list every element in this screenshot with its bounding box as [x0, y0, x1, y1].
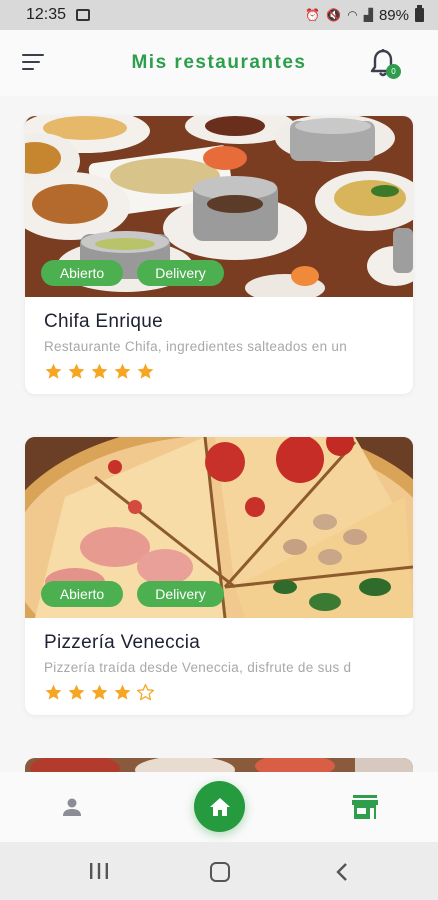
- store-icon: [352, 795, 378, 819]
- home-icon: [209, 797, 230, 816]
- status-badge: Abierto: [41, 260, 123, 286]
- back-button[interactable]: [334, 862, 350, 882]
- nav-home[interactable]: [194, 781, 245, 832]
- star-filled-icon: [137, 363, 154, 379]
- status-time: 12:35: [26, 6, 67, 23]
- restaurant-photo: Abierto Delivery: [25, 437, 413, 618]
- nav-store[interactable]: [351, 794, 379, 820]
- recent-apps-icon: [90, 863, 108, 879]
- status-bar: 12:35 ⏰ 🔇 ◠ ▟ 89%: [0, 0, 438, 30]
- page-title: Mis restaurantes: [131, 52, 307, 73]
- star-filled-icon: [91, 684, 108, 700]
- restaurant-description: Restaurante Chifa, ingredientes salteado…: [44, 339, 348, 354]
- star-filled-icon: [68, 684, 85, 700]
- signal-icon: ▟: [363, 8, 373, 22]
- wifi-icon: ◠: [347, 8, 358, 22]
- rating-stars: [44, 362, 413, 381]
- status-badge: Abierto: [41, 581, 123, 607]
- status-icons: ⏰ 🔇 ◠ ▟ 89%: [305, 5, 424, 24]
- bottom-navigation: [0, 772, 438, 842]
- battery-icon: [415, 5, 424, 22]
- delivery-badge: Delivery: [137, 581, 224, 607]
- restaurant-card[interactable]: Abierto Delivery Chifa Enrique Restauran…: [25, 116, 413, 394]
- star-filled-icon: [45, 363, 62, 379]
- restaurant-name: Pizzería Veneccia: [44, 632, 201, 653]
- battery-percent: 89%: [378, 6, 409, 24]
- image-notification-icon: [76, 9, 91, 21]
- star-filled-icon: [91, 363, 108, 379]
- restaurant-card[interactable]: Abierto Delivery Pizzería Veneccia Pizze…: [25, 437, 413, 715]
- recent-apps-button[interactable]: [88, 862, 110, 880]
- star-outline-icon: [136, 683, 155, 701]
- star-filled-icon: [114, 363, 131, 379]
- restaurant-description: Pizzería traída desde Veneccia, disfrute…: [44, 660, 352, 675]
- system-navigation-bar: [0, 842, 438, 900]
- notifications-button[interactable]: 0: [369, 48, 403, 82]
- back-icon: [336, 863, 347, 881]
- star-filled-icon: [45, 684, 62, 700]
- restaurant-photo: Abierto Delivery: [25, 116, 413, 297]
- profile-icon: [63, 798, 81, 816]
- rating-stars: [44, 683, 413, 702]
- restaurant-name: Chifa Enrique: [44, 311, 164, 332]
- system-home-button[interactable]: [210, 862, 230, 882]
- notification-badge: 0: [386, 64, 401, 79]
- nav-profile[interactable]: [61, 796, 83, 818]
- delivery-badge: Delivery: [137, 260, 224, 286]
- mute-icon: 🔇: [326, 8, 342, 22]
- star-filled-icon: [114, 684, 131, 700]
- star-filled-icon: [68, 363, 85, 379]
- app-bar: Mis restaurantes 0: [0, 30, 438, 96]
- alarm-icon: ⏰: [305, 8, 321, 22]
- menu-icon[interactable]: [22, 54, 46, 72]
